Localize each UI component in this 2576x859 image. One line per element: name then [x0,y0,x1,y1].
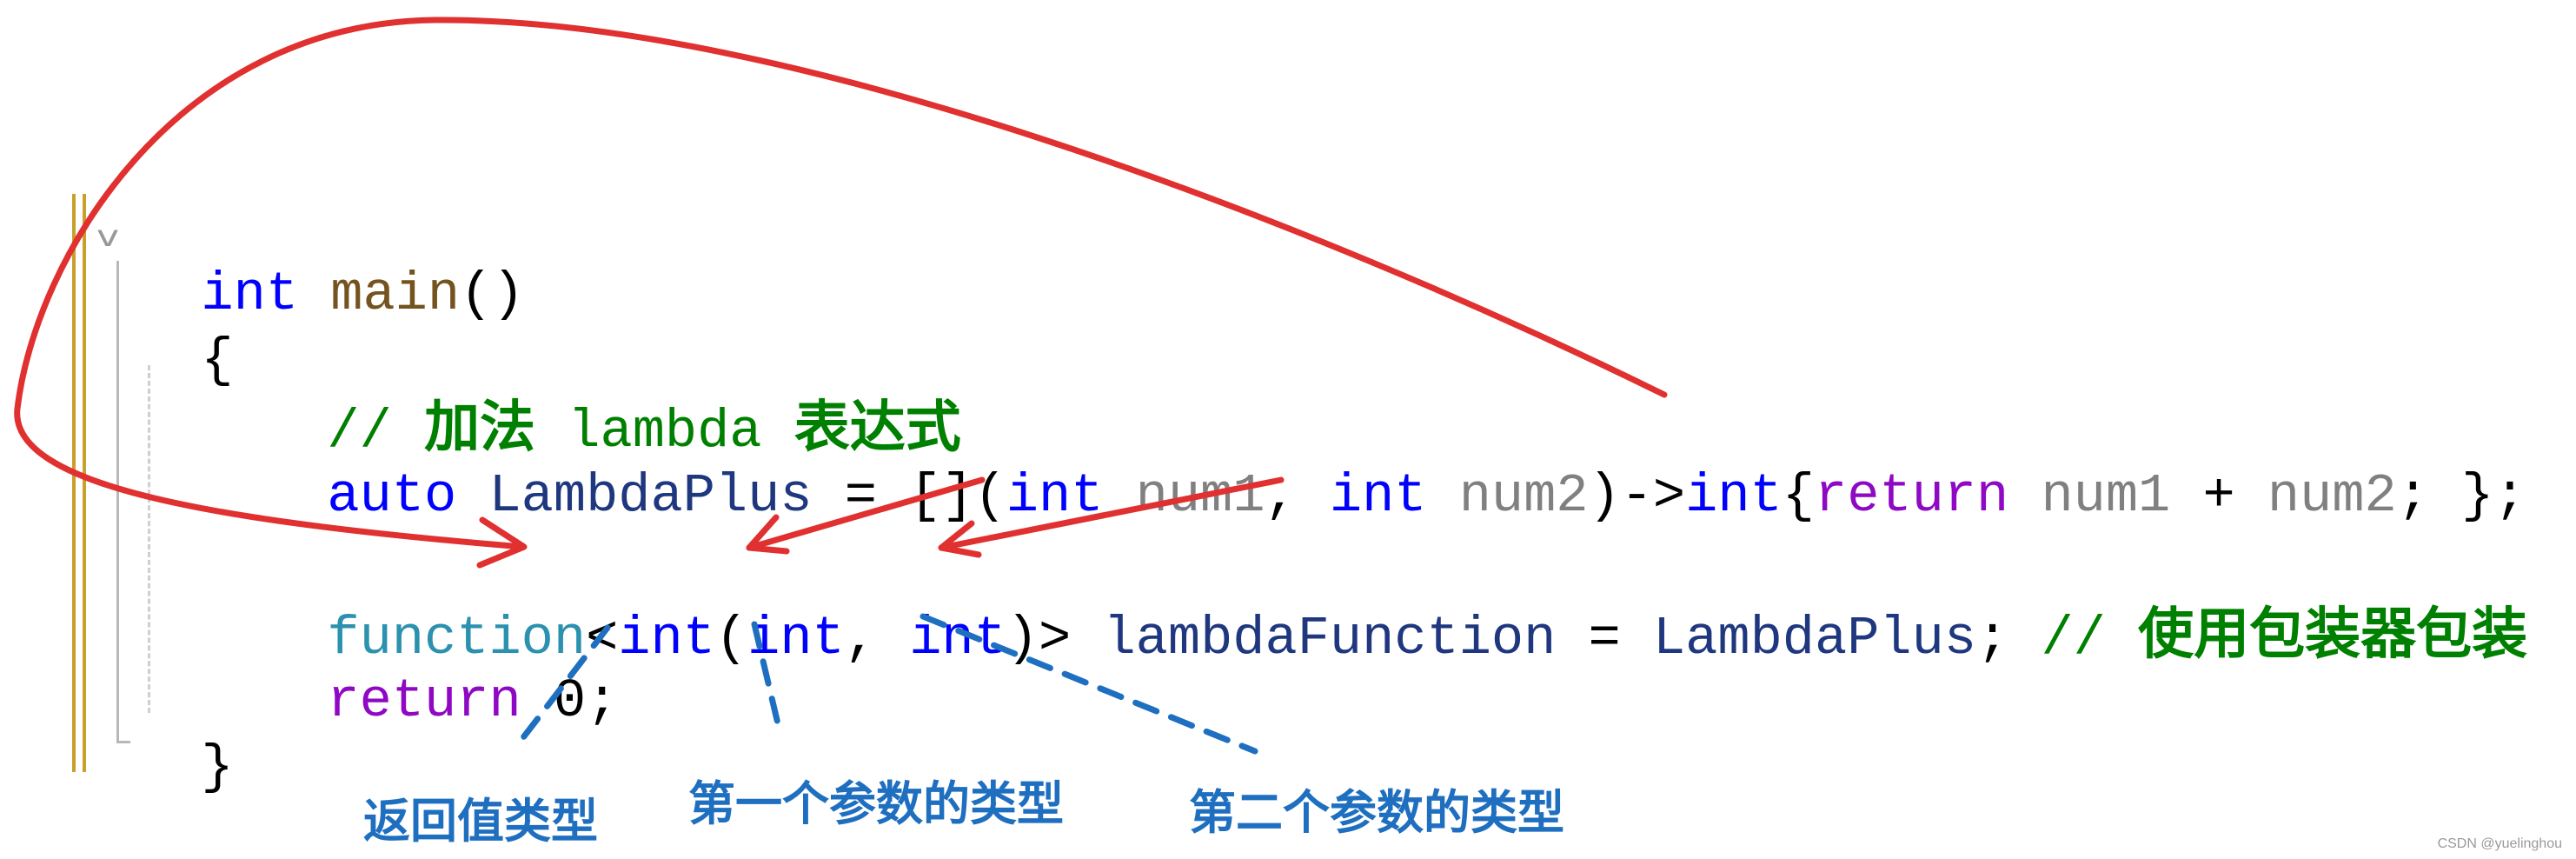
red-arrowhead [746,514,790,555]
blue-dashed-first-param [751,621,784,738]
blue-dashed-return-type [512,624,611,751]
label-first-param-type: 第一个参数的类型 [688,776,1064,831]
red-arrow-first-param [746,476,986,551]
blue-dashed-second-param [920,613,1258,755]
red-arrow-second-param [938,476,1285,551]
label-return-type: 返回值类型 [363,794,598,849]
red-curve-arrow-return-type [14,17,1668,550]
label-second-param-type: 第二个参数的类型 [1189,785,1564,840]
watermark: CSDN @yuelinghou [2437,836,2562,851]
annotation-overlay [14,17,1668,755]
